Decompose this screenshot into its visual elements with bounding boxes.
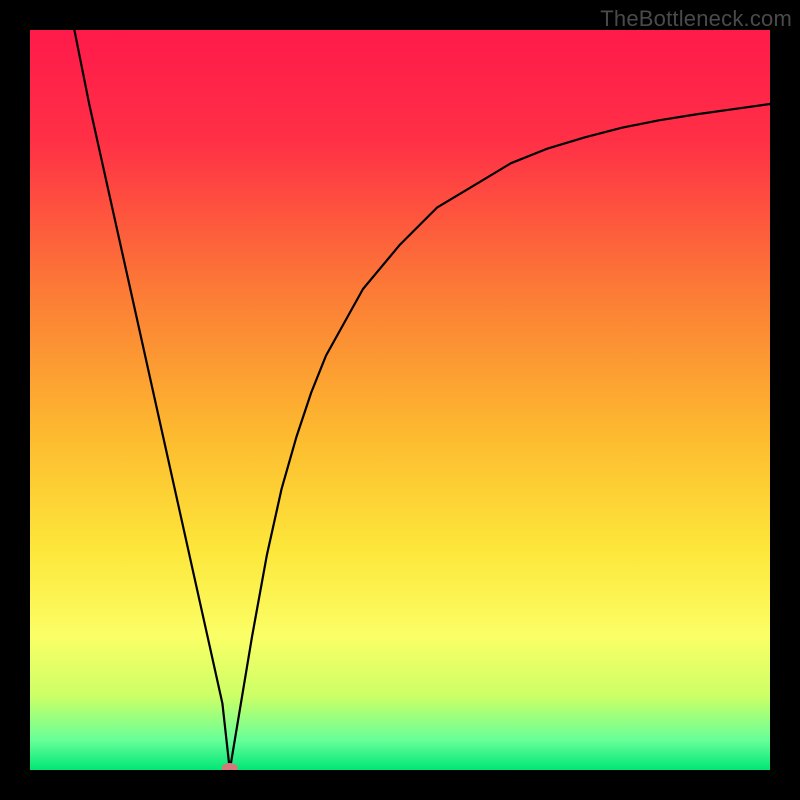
plot-svg <box>30 30 770 770</box>
watermark-text: TheBottleneck.com <box>600 6 792 32</box>
plot-frame <box>30 30 770 770</box>
gradient-background <box>30 30 770 770</box>
